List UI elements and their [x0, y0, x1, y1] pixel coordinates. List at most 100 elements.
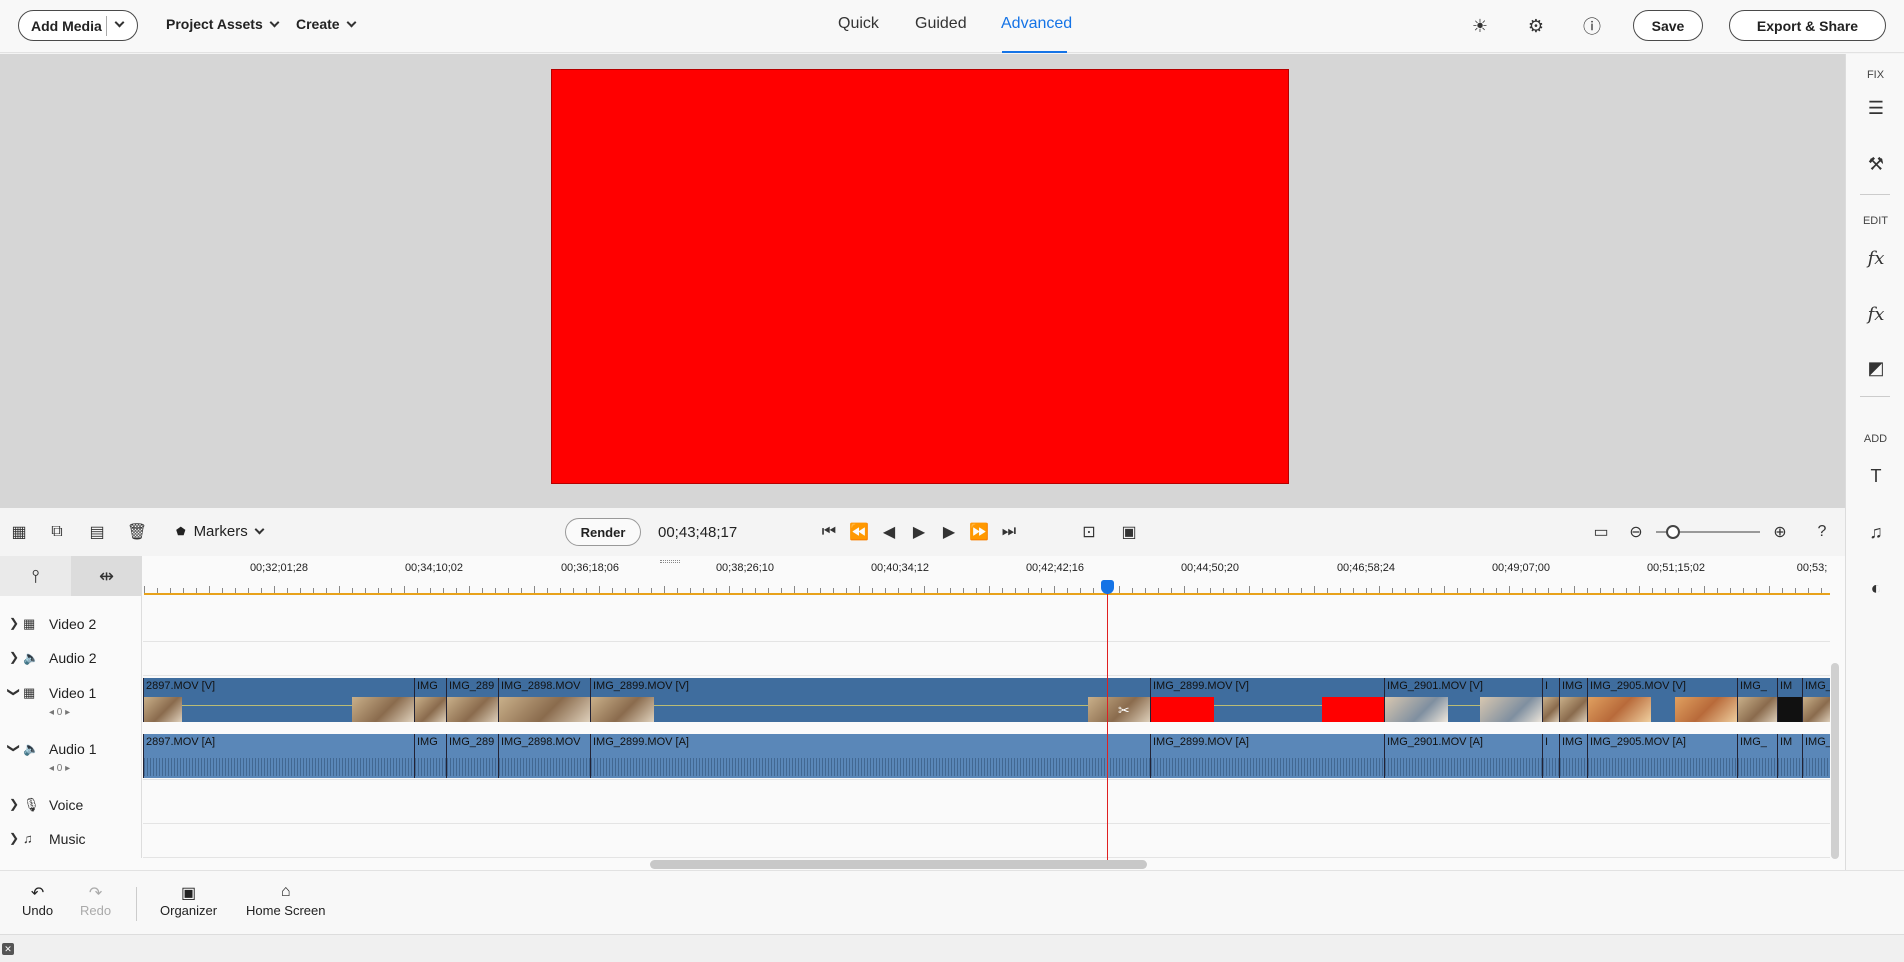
- graphics-icon[interactable]: ◐: [1864, 576, 1888, 600]
- timeline-horizontal-scrollbar[interactable]: [650, 860, 1147, 869]
- titles-icon[interactable]: T: [1864, 464, 1888, 488]
- playhead-handle[interactable]: [1101, 580, 1114, 594]
- expand-chevron-icon[interactable]: ❯: [9, 831, 19, 845]
- time-ruler[interactable]: 00;32;01;28 00;34;10;02 00;36;18;06 00;3…: [142, 556, 1830, 596]
- track-volume-stepper[interactable]: ◂ 0 ▸: [49, 707, 70, 718]
- tab-guided[interactable]: Guided: [915, 15, 967, 33]
- audio-clip[interactable]: IMG_2905.MOV [A]: [1587, 734, 1737, 778]
- tab-advanced[interactable]: Advanced: [1001, 15, 1072, 33]
- preview-zoom-icon[interactable]: ⊡: [1078, 521, 1100, 543]
- video-preview[interactable]: [551, 69, 1289, 484]
- expand-chevron-icon[interactable]: ❯: [9, 797, 19, 811]
- snap-icon[interactable]: ⇹: [71, 556, 142, 596]
- audio-clip[interactable]: IMG_: [1802, 734, 1830, 778]
- audio-clip[interactable]: IMG_289: [446, 734, 498, 778]
- storyboard-icon[interactable]: ▤: [86, 521, 108, 543]
- home-screen-button[interactable]: ⌂ Home Screen: [246, 883, 325, 918]
- fast-forward-icon[interactable]: ⏩: [968, 521, 990, 543]
- step-back-icon[interactable]: ◀: [878, 521, 900, 543]
- track-options-icon[interactable]: ⫯: [0, 556, 71, 596]
- rewind-icon[interactable]: ⏪: [848, 521, 870, 543]
- markers-menu[interactable]: ⬟ Markers: [176, 523, 265, 540]
- effects-fx-icon[interactable]: fx: [1864, 246, 1888, 270]
- audio-clip[interactable]: IMG_: [1737, 734, 1777, 778]
- play-icon[interactable]: ▶: [908, 521, 930, 543]
- video-clip[interactable]: IMG_289: [446, 678, 498, 722]
- save-button[interactable]: Save: [1633, 10, 1703, 41]
- audio-waveform: [1803, 758, 1830, 776]
- chevron-down-icon: [346, 17, 357, 27]
- zoom-slider-handle[interactable]: [1666, 525, 1680, 539]
- audio-2-lane[interactable]: [143, 642, 1830, 676]
- audio-clip[interactable]: IMG_2899.MOV [A]: [1150, 734, 1384, 778]
- delete-icon[interactable]: 🗑: [126, 521, 148, 543]
- tab-quick[interactable]: Quick: [838, 15, 879, 33]
- music-icon[interactable]: ♫: [1864, 520, 1888, 544]
- zoom-out-icon[interactable]: ⊖: [1625, 521, 1647, 543]
- timeline-vertical-scrollbar[interactable]: [1831, 663, 1839, 859]
- audio-clip[interactable]: IMG: [1559, 734, 1587, 778]
- video-clip[interactable]: IMG_2901.MOV [V]: [1384, 678, 1542, 722]
- audio-clip[interactable]: IMG_2899.MOV [A]: [590, 734, 1150, 778]
- track-volume-stepper[interactable]: ◂ 0 ▸: [49, 763, 70, 774]
- timeline-view-icon[interactable]: ▭: [1590, 521, 1612, 543]
- audio-clip[interactable]: IM: [1777, 734, 1802, 778]
- ruler-tick: [1652, 588, 1653, 593]
- tools-icon[interactable]: ⚒: [1864, 152, 1888, 176]
- video-2-lane[interactable]: [143, 608, 1830, 642]
- video-clip[interactable]: IMG: [414, 678, 446, 722]
- audio-clip[interactable]: I: [1542, 734, 1559, 778]
- current-timecode[interactable]: 00;43;48;17: [658, 524, 737, 541]
- zoom-in-icon[interactable]: ⊕: [1769, 521, 1791, 543]
- ruler-tick: [729, 586, 730, 593]
- add-media-button[interactable]: Add Media: [18, 10, 138, 41]
- render-button[interactable]: Render: [565, 518, 641, 546]
- music-lane[interactable]: [143, 824, 1830, 858]
- video-clip[interactable]: IMG_: [1802, 678, 1830, 722]
- color-icon[interactable]: ◩: [1864, 356, 1888, 380]
- brightness-icon[interactable]: ☀: [1468, 14, 1492, 38]
- video-clip[interactable]: IMG_: [1737, 678, 1777, 722]
- go-to-start-icon[interactable]: ⏮: [818, 521, 840, 543]
- step-forward-icon[interactable]: ▶: [938, 521, 960, 543]
- video-clip[interactable]: I: [1542, 678, 1559, 722]
- organizer-button[interactable]: ▣ Organizer: [160, 883, 217, 918]
- create-menu[interactable]: Create: [296, 16, 357, 32]
- work-area-bar[interactable]: [144, 593, 1830, 595]
- expand-chevron-icon[interactable]: ❯: [9, 616, 19, 630]
- expand-chevron-icon[interactable]: ❯: [9, 650, 19, 664]
- voice-lane[interactable]: [143, 790, 1830, 824]
- video-clip[interactable]: IMG_2899.MOV [V] ✂: [590, 678, 1150, 722]
- collapse-chevron-icon[interactable]: ❯: [7, 687, 21, 697]
- audio-1-lane[interactable]: 2897.MOV [A] IMG IMG_289 IMG_2898.MOV IM…: [143, 734, 1830, 780]
- settings-gear-icon[interactable]: ⚙: [1524, 14, 1548, 38]
- ruler-handle[interactable]: [660, 560, 680, 563]
- collapse-chevron-icon[interactable]: ❯: [7, 743, 21, 753]
- copy-icon[interactable]: ⧉: [46, 521, 68, 543]
- video-clip[interactable]: IMG_2905.MOV [V]: [1587, 678, 1737, 722]
- video-clip[interactable]: IM: [1777, 678, 1802, 722]
- audio-clip[interactable]: 2897.MOV [A]: [143, 734, 414, 778]
- help-icon[interactable]: ?: [1811, 521, 1833, 543]
- video-clip[interactable]: IMG_2898.MOV: [498, 678, 590, 722]
- video-clip[interactable]: 2897.MOV [V]: [143, 678, 414, 722]
- full-screen-preview-icon[interactable]: ▣: [1118, 521, 1140, 543]
- redo-button[interactable]: ↷ Redo: [80, 883, 111, 918]
- project-assets-menu[interactable]: Project Assets: [166, 16, 280, 32]
- audio-clip[interactable]: IMG_2901.MOV [A]: [1384, 734, 1542, 778]
- video-clip[interactable]: IMG: [1559, 678, 1587, 722]
- video-clip[interactable]: IMG_2899.MOV [V]: [1150, 678, 1384, 722]
- adjustments-icon[interactable]: ☰: [1864, 96, 1888, 120]
- clip-thumbnail: [447, 697, 498, 722]
- audio-clip[interactable]: IMG: [414, 734, 446, 778]
- smart-fix-icon[interactable]: ▦: [8, 521, 30, 543]
- export-share-button[interactable]: Export & Share: [1729, 10, 1886, 41]
- video-1-lane[interactable]: 2897.MOV [V] IMG IMG_289 IMG_2898.MOV IM…: [143, 678, 1830, 724]
- close-status-icon[interactable]: ✕: [2, 943, 14, 955]
- undo-button[interactable]: ↶ Undo: [22, 883, 53, 918]
- info-icon[interactable]: ⓘ: [1580, 14, 1604, 38]
- audio-clip[interactable]: IMG_2898.MOV: [498, 734, 590, 778]
- add-media-dropdown-icon[interactable]: [114, 17, 125, 28]
- applied-effects-fx-icon[interactable]: fx: [1864, 302, 1888, 326]
- go-to-end-icon[interactable]: ⏭: [998, 521, 1020, 543]
